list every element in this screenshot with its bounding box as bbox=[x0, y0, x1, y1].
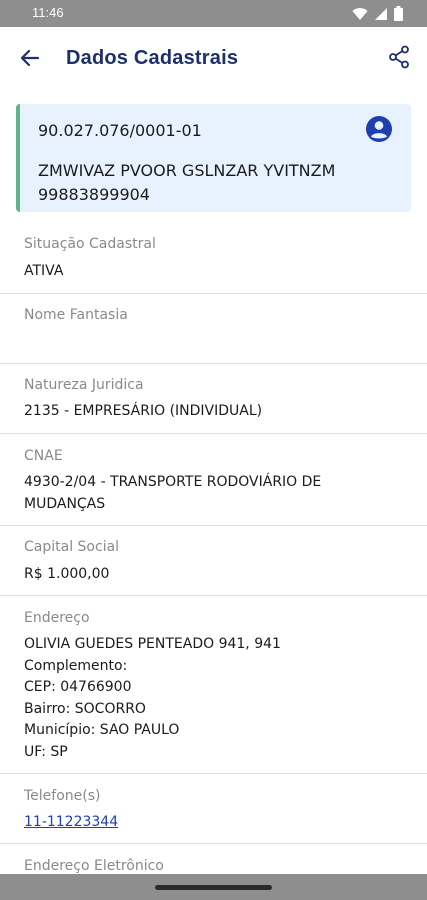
field-endereco: Endereço OLIVIA GUEDES PENTEADO 941, 941… bbox=[0, 596, 427, 774]
signal-icon bbox=[374, 6, 388, 25]
status-icons bbox=[352, 6, 403, 25]
cnae-line: 4930-2/04 - TRANSPORTE RODOVIÁRIO DE bbox=[24, 474, 322, 490]
field-label: CNAE bbox=[24, 448, 63, 464]
company-card: 90.027.076/0001-01 ZMWIVAZ PVOOR GSLNZAR… bbox=[16, 104, 411, 212]
field-cnae: CNAE 4930-2/04 - TRANSPORTE RODOVIÁRIO D… bbox=[0, 434, 427, 526]
company-code: 99883899904 bbox=[38, 185, 150, 204]
address-line: CEP: 04766900 bbox=[24, 679, 132, 695]
field-label: Natureza Juridica bbox=[24, 377, 144, 393]
cnae-line: MUDANÇAS bbox=[24, 495, 106, 512]
company-cnpj: 90.027.076/0001-01 bbox=[38, 121, 202, 140]
back-arrow-icon bbox=[20, 49, 40, 67]
app-bar: Dados Cadastrais bbox=[0, 27, 427, 89]
field-natureza-juridica: Natureza Juridica 2135 - EMPRESÁRIO (IND… bbox=[0, 364, 427, 434]
address-line: Bairro: SOCORRO bbox=[24, 700, 146, 717]
field-value-multiline: 4930-2/04 - TRANSPORTE RODOVIÁRIO DE MUD… bbox=[24, 472, 321, 515]
field-label: Endereço Eletrônico bbox=[24, 858, 164, 874]
address-line: UF: SP bbox=[24, 743, 68, 760]
field-value: 2135 - EMPRESÁRIO (INDIVIDUAL) bbox=[24, 403, 263, 419]
battery-icon bbox=[394, 6, 403, 25]
home-gesture-handle[interactable] bbox=[155, 885, 272, 890]
field-value: ATIVA bbox=[24, 263, 64, 279]
address-line: Município: SAO PAULO bbox=[24, 722, 180, 738]
page-title: Dados Cadastrais bbox=[66, 47, 239, 69]
address-line: Complemento: bbox=[24, 657, 128, 674]
field-label: Endereço bbox=[24, 610, 90, 626]
share-button[interactable] bbox=[385, 43, 413, 71]
navigation-bar bbox=[0, 874, 427, 900]
address-line: OLIVIA GUEDES PENTEADO 941, 941 bbox=[24, 636, 281, 652]
phone-link[interactable]: 11-11223344 bbox=[24, 812, 118, 834]
status-time: 11:46 bbox=[32, 5, 64, 20]
field-value: R$ 1.000,00 bbox=[24, 566, 110, 582]
share-icon bbox=[389, 45, 409, 69]
field-label: Nome Fantasia bbox=[24, 307, 128, 323]
field-situacao-cadastral: Situação Cadastral ATIVA bbox=[0, 222, 427, 294]
field-label: Situação Cadastral bbox=[24, 236, 156, 252]
field-label: Telefone(s) bbox=[24, 788, 101, 804]
field-label: Capital Social bbox=[24, 539, 120, 555]
company-name: ZMWIVAZ PVOOR GSLNZAR YVITNZM bbox=[38, 161, 336, 180]
field-value-multiline: OLIVIA GUEDES PENTEADO 941, 941 Compleme… bbox=[24, 634, 281, 763]
wifi-icon bbox=[352, 6, 368, 25]
field-capital-social: Capital Social R$ 1.000,00 bbox=[0, 526, 427, 596]
field-telefone: Telefone(s) 11-11223344 bbox=[0, 774, 427, 844]
field-nome-fantasia: Nome Fantasia bbox=[0, 294, 427, 364]
status-bar: 11:46 bbox=[0, 0, 427, 27]
back-button[interactable] bbox=[16, 44, 44, 72]
account-circle-icon bbox=[365, 115, 393, 143]
